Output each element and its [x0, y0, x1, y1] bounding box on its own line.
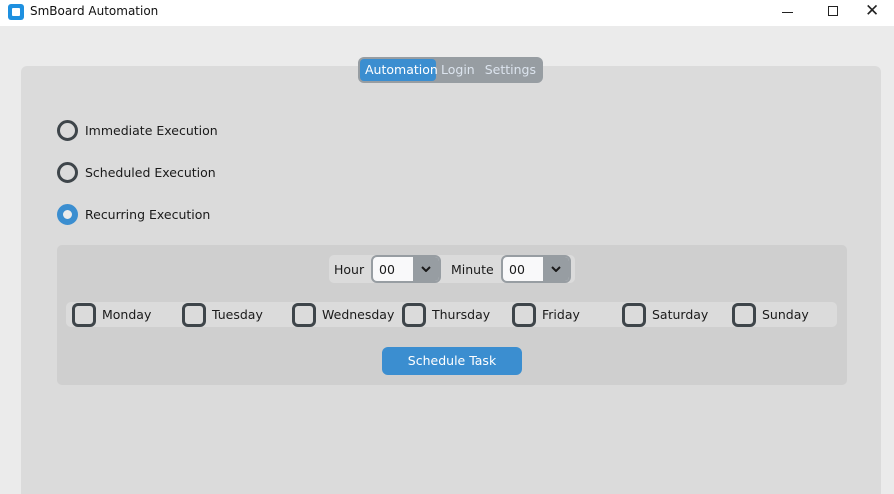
day-wednesday[interactable]: Wednesday: [292, 302, 394, 327]
radio-recurring-execution[interactable]: Recurring Execution: [57, 203, 210, 225]
tab-settings[interactable]: Settings: [480, 59, 541, 81]
radio-label: Scheduled Execution: [85, 164, 216, 180]
minimize-button[interactable]: [764, 0, 810, 26]
checkbox[interactable]: [292, 302, 316, 327]
day-label: Sunday: [762, 307, 809, 322]
day-saturday[interactable]: Saturday: [622, 302, 708, 327]
day-label: Tuesday: [212, 307, 263, 322]
schedule-task-button[interactable]: Schedule Task: [382, 347, 522, 375]
day-label: Friday: [542, 307, 580, 322]
hour-dropdown[interactable]: 00: [371, 255, 441, 283]
minute-dropdown-button[interactable]: [543, 257, 569, 281]
chevron-down-icon: [551, 266, 561, 272]
day-sunday[interactable]: Sunday: [732, 302, 809, 327]
checkbox[interactable]: [512, 302, 536, 327]
day-friday[interactable]: Friday: [512, 302, 580, 327]
minute-label: Minute: [451, 262, 494, 277]
checkbox[interactable]: [622, 302, 646, 327]
day-label: Monday: [102, 307, 152, 322]
close-icon: ✕: [865, 1, 880, 21]
title-bar: SmBoard Automation ✕: [0, 0, 894, 26]
window-title: SmBoard Automation: [30, 4, 159, 18]
radio-button-selected[interactable]: [57, 203, 78, 225]
app-icon: [8, 4, 24, 20]
radio-immediate-execution[interactable]: Immediate Execution: [57, 119, 218, 141]
hour-label: Hour: [334, 262, 365, 277]
hour-dropdown-button[interactable]: [413, 257, 439, 281]
minute-value[interactable]: 00: [509, 262, 525, 277]
tab-switcher: Automation Login Settings: [358, 57, 543, 83]
day-monday[interactable]: Monday: [72, 302, 151, 327]
checkbox[interactable]: [402, 302, 426, 327]
day-label: Thursday: [432, 307, 491, 322]
checkbox[interactable]: [182, 302, 206, 327]
minimize-icon: [782, 12, 793, 13]
tab-login[interactable]: Login: [436, 59, 480, 81]
day-label: Saturday: [652, 307, 709, 322]
maximize-icon: [828, 6, 838, 16]
day-tuesday[interactable]: Tuesday: [182, 302, 263, 327]
hour-value[interactable]: 00: [379, 262, 395, 277]
minute-dropdown[interactable]: 00: [501, 255, 571, 283]
radio-button[interactable]: [57, 161, 78, 183]
radio-button[interactable]: [57, 119, 78, 141]
radio-label: Recurring Execution: [85, 206, 211, 222]
day-label: Wednesday: [322, 307, 395, 322]
radio-label: Immediate Execution: [85, 122, 218, 138]
day-thursday[interactable]: Thursday: [402, 302, 490, 327]
checkbox[interactable]: [732, 302, 756, 327]
chevron-down-icon: [421, 266, 431, 272]
checkbox[interactable]: [72, 302, 96, 327]
tab-automation[interactable]: Automation: [360, 59, 438, 81]
close-button[interactable]: ✕: [848, 0, 894, 26]
radio-scheduled-execution[interactable]: Scheduled Execution: [57, 161, 216, 183]
